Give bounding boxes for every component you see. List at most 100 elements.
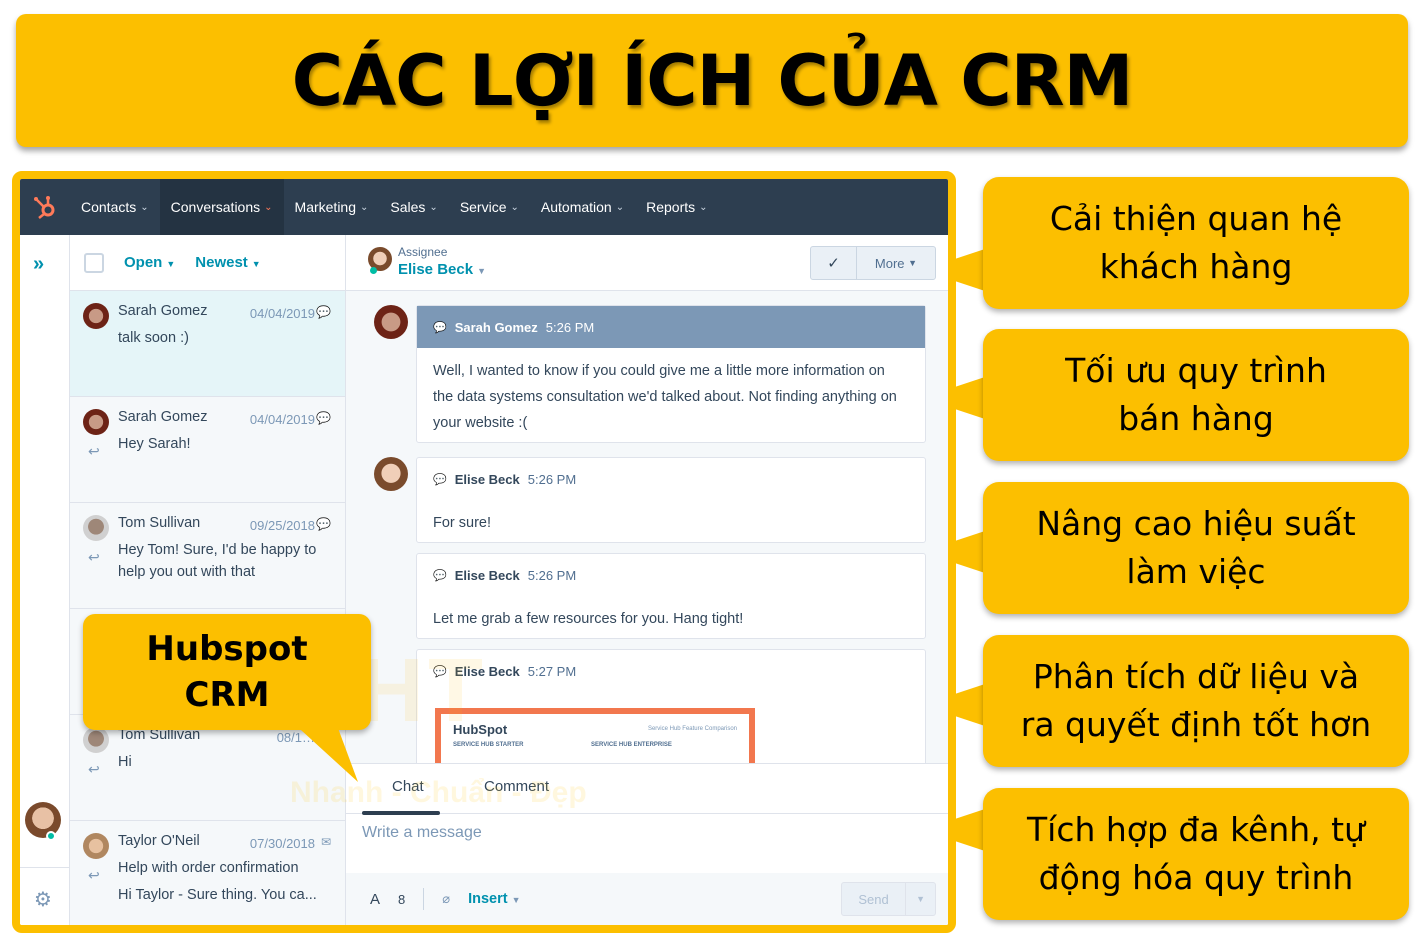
reply-arrow-icon: ↩ bbox=[88, 761, 100, 777]
chevron-down-icon: ⌄ bbox=[429, 201, 438, 213]
close-conversation-button[interactable]: ✓ bbox=[811, 247, 857, 279]
message-header: 💬 Elise Beck 5:27 PM bbox=[433, 663, 577, 679]
message-card: 💬 Elise Beck 5:26 PM Let me grab a few r… bbox=[416, 553, 926, 639]
avatar bbox=[83, 409, 109, 435]
nav-automation[interactable]: Automation ⌄ bbox=[530, 179, 635, 235]
conversation-list: Open ▼ Newest ▼ Sarah Gomez 04/04/2019 💬 t… bbox=[70, 235, 346, 925]
current-user-avatar[interactable] bbox=[25, 802, 61, 838]
page-title: CÁC LỢI ÍCH CỦA CRM bbox=[291, 39, 1134, 122]
chevron-down-icon: ⌄ bbox=[615, 201, 625, 213]
benefit-box: Cải thiện quan hệ khách hàng bbox=[983, 177, 1409, 309]
chat-bubble-icon: 💬 bbox=[433, 473, 447, 486]
gear-icon[interactable]: ⚙ bbox=[34, 887, 52, 912]
online-status-dot bbox=[370, 267, 377, 274]
message-preview: talk soon :) bbox=[118, 330, 189, 346]
composer-toolbar: A 8 ⌀ Insert ▼ Send ▼ bbox=[346, 873, 948, 925]
expand-sidebar-icon[interactable]: » bbox=[33, 253, 44, 276]
conversation-thread: Assignee Elise Beck ▼ ✓ More ▼ 💬 Sarah Go… bbox=[346, 235, 948, 925]
avatar bbox=[83, 833, 109, 859]
tab-chat[interactable]: Chat bbox=[392, 778, 424, 795]
list-filters: Open ▼ Newest ▼ bbox=[70, 235, 345, 291]
chat-bubble-icon: 💬 bbox=[316, 517, 331, 531]
status-filter-dropdown[interactable]: Open ▼ bbox=[124, 254, 175, 271]
select-all-checkbox[interactable] bbox=[84, 252, 104, 273]
list-item[interactable]: Taylor O'Neil 07/30/2018 ✉ ↩ Help with o… bbox=[70, 821, 345, 925]
message-preview: Hey Tom! Sure, I'd be happy to help you … bbox=[118, 542, 317, 580]
nav-conversations[interactable]: Conversations ⌄ bbox=[159, 179, 284, 235]
hubspot-crm-callout: Hubspot CRM bbox=[83, 614, 371, 730]
message-body: Well, I wanted to know if you could give… bbox=[433, 363, 897, 431]
more-dropdown-button[interactable]: More ▼ bbox=[857, 247, 935, 279]
message-card: 💬 Sarah Gomez 5:26 PM Well, I wanted to … bbox=[416, 305, 926, 443]
message-header: 💬 Elise Beck 5:26 PM bbox=[433, 471, 577, 487]
caret-down-icon: ▼ bbox=[251, 259, 261, 269]
caret-down-icon: ▼ bbox=[908, 258, 918, 268]
message-body: Let me grab a few resources for you. Han… bbox=[433, 611, 744, 627]
hubspot-app-screenshot: Contacts ⌄ Conversations ⌄ Marketing ⌄ Sale… bbox=[12, 171, 956, 933]
nav-reports[interactable]: Reports ⌄ bbox=[635, 179, 718, 235]
chevron-down-icon: ⌄ bbox=[140, 201, 149, 213]
check-icon: ✓ bbox=[827, 255, 840, 272]
link-icon[interactable]: 8 bbox=[398, 892, 405, 907]
chevron-down-icon: ⌄ bbox=[360, 201, 369, 213]
message-card: 💬 Elise Beck 5:26 PM For sure! bbox=[416, 457, 926, 543]
text-format-icon[interactable]: A bbox=[370, 891, 380, 908]
chat-bubble-icon: 💬 bbox=[433, 665, 447, 678]
caret-down-icon: ▼ bbox=[166, 259, 176, 269]
avatar bbox=[83, 515, 109, 541]
avatar bbox=[374, 305, 408, 339]
tab-comment[interactable]: Comment bbox=[484, 778, 549, 795]
message-header: 💬 Sarah Gomez 5:26 PM bbox=[417, 306, 925, 348]
send-options-dropdown[interactable]: ▼ bbox=[906, 883, 935, 915]
nav-contacts[interactable]: Contacts ⌄ bbox=[70, 179, 160, 235]
chat-bubble-icon: 💬 bbox=[316, 411, 331, 425]
nav-service[interactable]: Service ⌄ bbox=[449, 179, 530, 235]
message-body: For sure! bbox=[433, 515, 492, 531]
avatar bbox=[83, 303, 109, 329]
message-composer: Chat Comment Write a message A 8 ⌀ Inser… bbox=[346, 763, 948, 925]
hubspot-sprocket-icon[interactable] bbox=[20, 179, 70, 235]
attachment-icon[interactable]: ⌀ bbox=[442, 891, 450, 907]
message-input[interactable]: Write a message bbox=[362, 824, 482, 842]
chevron-down-icon: ⌄ bbox=[264, 201, 273, 213]
conversation-date: 04/04/2019 bbox=[249, 306, 315, 321]
callout-tail bbox=[290, 720, 358, 782]
chevron-down-icon: ⌄ bbox=[510, 201, 519, 213]
thread-header: Assignee Elise Beck ▼ ✓ More ▼ bbox=[346, 235, 948, 291]
message-preview: Hey Sarah! bbox=[118, 436, 191, 452]
conversation-date: 04/04/2019 bbox=[249, 412, 315, 427]
toolbar-divider bbox=[423, 888, 425, 910]
thread-actions: ✓ More ▼ bbox=[810, 246, 936, 280]
nav-sales[interactable]: Sales ⌄ bbox=[379, 179, 448, 235]
caret-down-icon: ▼ bbox=[511, 895, 521, 905]
list-item[interactable]: Sarah Gomez 04/04/2019 💬 talk soon :) bbox=[70, 291, 345, 397]
avatar bbox=[374, 457, 408, 491]
reply-arrow-icon: ↩ bbox=[88, 443, 100, 459]
left-rail: » ⚙ bbox=[20, 235, 70, 925]
chat-bubble-icon: 💬 bbox=[433, 569, 447, 582]
composer-tabs: Chat Comment bbox=[346, 764, 948, 815]
send-button-group: Send ▼ bbox=[841, 882, 936, 916]
avatar bbox=[83, 727, 109, 753]
chat-bubble-icon: 💬 bbox=[316, 305, 331, 319]
chat-bubble-icon: 💬 bbox=[433, 321, 447, 334]
top-nav: Contacts ⌄ Conversations ⌄ Marketing ⌄ Sale… bbox=[20, 179, 948, 235]
list-item[interactable]: Tom Sullivan 09/25/2018 💬 ↩ Hey Tom! Sur… bbox=[70, 503, 345, 609]
message-header: 💬 Elise Beck 5:26 PM bbox=[433, 567, 577, 583]
conversation-date: 07/30/2018 bbox=[249, 836, 315, 851]
list-item[interactable]: Sarah Gomez 04/04/2019 💬 ↩ Hey Sarah! bbox=[70, 397, 345, 503]
insert-dropdown[interactable]: Insert ▼ bbox=[468, 891, 520, 907]
email-icon: ✉ bbox=[320, 835, 331, 849]
title-banner: CÁC LỢI ÍCH CỦA CRM bbox=[16, 14, 1408, 147]
chevron-down-icon: ⌄ bbox=[699, 201, 708, 213]
caret-down-icon: ▼ bbox=[477, 266, 486, 276]
benefit-box: Tối ưu quy trình bán hàng bbox=[983, 329, 1409, 461]
conversation-date: 09/25/2018 bbox=[249, 518, 315, 533]
assignee-dropdown[interactable]: Elise Beck ▼ bbox=[398, 261, 486, 278]
sort-dropdown[interactable]: Newest ▼ bbox=[195, 254, 260, 271]
benefit-box: Nâng cao hiệu suất làm việc bbox=[983, 482, 1409, 614]
send-button[interactable]: Send bbox=[842, 883, 907, 915]
nav-marketing[interactable]: Marketing ⌄ bbox=[284, 179, 380, 235]
online-status-dot bbox=[46, 831, 56, 841]
benefit-box: Phân tích dữ liệu và ra quyết định tốt hơ… bbox=[983, 635, 1409, 767]
